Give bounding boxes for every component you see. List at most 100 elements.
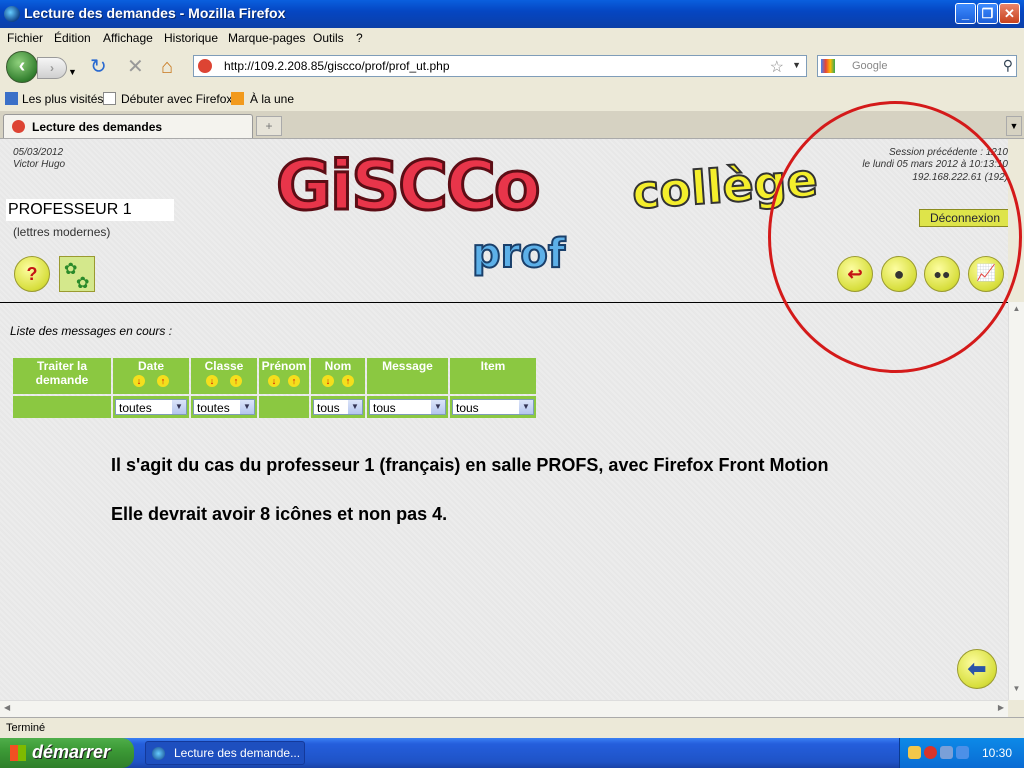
col-message: Message [367, 358, 448, 394]
dropdown-arrow-icon[interactable]: ▼ [348, 400, 362, 414]
filter-nom-select[interactable]: tous ▼ [313, 399, 363, 415]
bookmark-headlines[interactable]: À la une [250, 92, 294, 106]
url-text[interactable]: http://109.2.208.85/giscco/prof/prof_ut.… [224, 59, 450, 73]
close-button[interactable]: ✕ [999, 3, 1020, 24]
menu-history[interactable]: Historique [164, 31, 218, 45]
menu-help[interactable]: ? [356, 31, 363, 45]
filter-classe-value: toutes [197, 401, 230, 415]
col-traiter: Traiter la demande [13, 358, 111, 394]
system-tray: 10:30 [899, 738, 1024, 768]
tray-red-icon[interactable] [924, 746, 937, 759]
firefox-icon [152, 747, 165, 760]
filter-item-select[interactable]: tous ▼ [452, 399, 534, 415]
dropdown-arrow-icon[interactable]: ▼ [240, 400, 254, 414]
menu-edit[interactable]: Édition [54, 31, 91, 45]
bookmark-getting-started[interactable]: Débuter avec Firefox [121, 92, 232, 106]
filter-empty [259, 396, 309, 418]
sort-desc-icon[interactable]: ↓ [133, 375, 145, 387]
home-icon[interactable]: ⌂ [161, 57, 173, 77]
search-box[interactable]: Google ⚲ [817, 55, 1017, 77]
col-item-label: Item [480, 359, 506, 373]
clock: 10:30 [981, 746, 1012, 760]
window-title: Lecture des demandes - Mozilla Firefox [24, 5, 286, 21]
filter-item-value: tous [456, 401, 479, 415]
back-arrow-icon[interactable]: ⬅ [957, 649, 997, 689]
menu-view[interactable]: Affichage [103, 31, 153, 45]
giscco-logo: GiSCCo collège prof [275, 146, 821, 279]
rss-icon [231, 92, 244, 105]
vertical-scrollbar[interactable]: ▲ ▼ [1008, 302, 1024, 700]
filter-cell-date: toutes ▼ [113, 396, 189, 418]
col-date: Date ↓ ↑ [113, 358, 189, 394]
menu-tools[interactable]: Outils [313, 31, 344, 45]
sort-asc-icon[interactable]: ↑ [288, 375, 300, 387]
sort-desc-icon[interactable]: ↓ [322, 375, 334, 387]
google-icon[interactable] [821, 59, 835, 73]
help-icon[interactable]: ? [14, 256, 50, 292]
menu-bookmarks[interactable]: Marque-pages [228, 31, 305, 45]
filter-date-value: toutes [119, 401, 152, 415]
status-text: Terminé [6, 722, 46, 734]
sort-asc-icon[interactable]: ↑ [230, 375, 242, 387]
col-nom: Nom ↓ ↑ [311, 358, 365, 394]
header-school: Victor Hugo [13, 159, 66, 170]
annotation-circle [768, 101, 1022, 373]
taskbar: démarrer Lecture des demande... 10:30 [0, 738, 1024, 768]
filter-message-select[interactable]: tous ▼ [369, 399, 446, 415]
most-visited-icon [5, 92, 18, 105]
scroll-down-icon[interactable]: ▼ [1011, 684, 1022, 698]
taskbar-firefox-window[interactable]: Lecture des demande... [145, 741, 305, 765]
col-date-label: Date [137, 359, 164, 373]
list-title: Liste des messages en cours : [10, 324, 173, 338]
col-nom-label: Nom [324, 359, 352, 373]
back-button[interactable]: ‹ [6, 51, 38, 83]
tray-blue-icon[interactable] [956, 746, 969, 759]
minimize-button[interactable]: _ [955, 3, 976, 24]
search-placeholder[interactable]: Google [852, 60, 887, 72]
dropdown-arrow-icon[interactable]: ▼ [519, 400, 533, 414]
col-message-label: Message [382, 359, 433, 373]
dropdown-arrow-icon[interactable]: ▼ [172, 400, 186, 414]
reload-icon[interactable]: ↻ [90, 57, 107, 77]
filter-cell-classe: toutes ▼ [191, 396, 257, 418]
scroll-up-icon[interactable]: ▲ [1011, 304, 1022, 318]
sort-desc-icon[interactable]: ↓ [206, 375, 218, 387]
forward-button[interactable]: › [37, 57, 67, 79]
maximize-button[interactable]: ❐ [977, 3, 998, 24]
col-prenom: Prénom ↓ ↑ [259, 358, 309, 394]
tray-user-icon[interactable] [908, 746, 921, 759]
sort-desc-icon[interactable]: ↓ [268, 375, 280, 387]
logo-prof: prof [471, 230, 566, 278]
window-title-bar: Lecture des demandes - Mozilla Firefox _… [0, 0, 1024, 28]
start-button[interactable]: démarrer [0, 738, 134, 768]
filter-date-select[interactable]: toutes ▼ [115, 399, 187, 415]
start-label: démarrer [32, 742, 111, 762]
filter-message-value: tous [373, 401, 396, 415]
note-line-1: Il s'agit du cas du professeur 1 (frança… [111, 455, 829, 475]
flower-phone-icon[interactable]: ✿ ✿ [59, 256, 95, 292]
url-dropdown-icon[interactable]: ▼ [792, 60, 801, 70]
stop-icon[interactable]: ✕ [127, 57, 144, 77]
menu-bar: Fichier Édition Affichage Historique Mar… [0, 28, 1024, 48]
filter-classe-select[interactable]: toutes ▼ [193, 399, 255, 415]
search-icon[interactable]: ⚲ [1003, 57, 1013, 74]
logo-main: GiSCCo [275, 146, 543, 228]
menu-file[interactable]: Fichier [7, 31, 43, 45]
filter-cell-nom: tous ▼ [311, 396, 365, 418]
dropdown-arrow-icon[interactable]: ▼ [431, 400, 445, 414]
bookmark-star-icon[interactable]: ☆ [770, 57, 784, 77]
scroll-right-icon[interactable]: ▶ [998, 703, 1004, 712]
tray-network-icon[interactable] [940, 746, 953, 759]
tab-list-button[interactable]: ▼ [1006, 116, 1022, 136]
url-bar[interactable]: http://109.2.208.85/giscco/prof/prof_ut.… [193, 55, 807, 77]
sort-asc-icon[interactable]: ↑ [157, 375, 169, 387]
scroll-left-icon[interactable]: ◀ [4, 703, 10, 712]
sort-asc-icon[interactable]: ↑ [342, 375, 354, 387]
bookmark-most-visited[interactable]: Les plus visités [22, 92, 103, 106]
tab-lecture-des-demandes[interactable]: Lecture des demandes [3, 114, 253, 138]
page-icon [103, 92, 116, 105]
filter-empty [13, 396, 111, 418]
history-dropdown-icon[interactable]: ▼ [68, 62, 77, 82]
horizontal-scrollbar[interactable]: ◀ ▶ [0, 700, 1008, 717]
new-tab-button[interactable]: + [256, 116, 282, 136]
